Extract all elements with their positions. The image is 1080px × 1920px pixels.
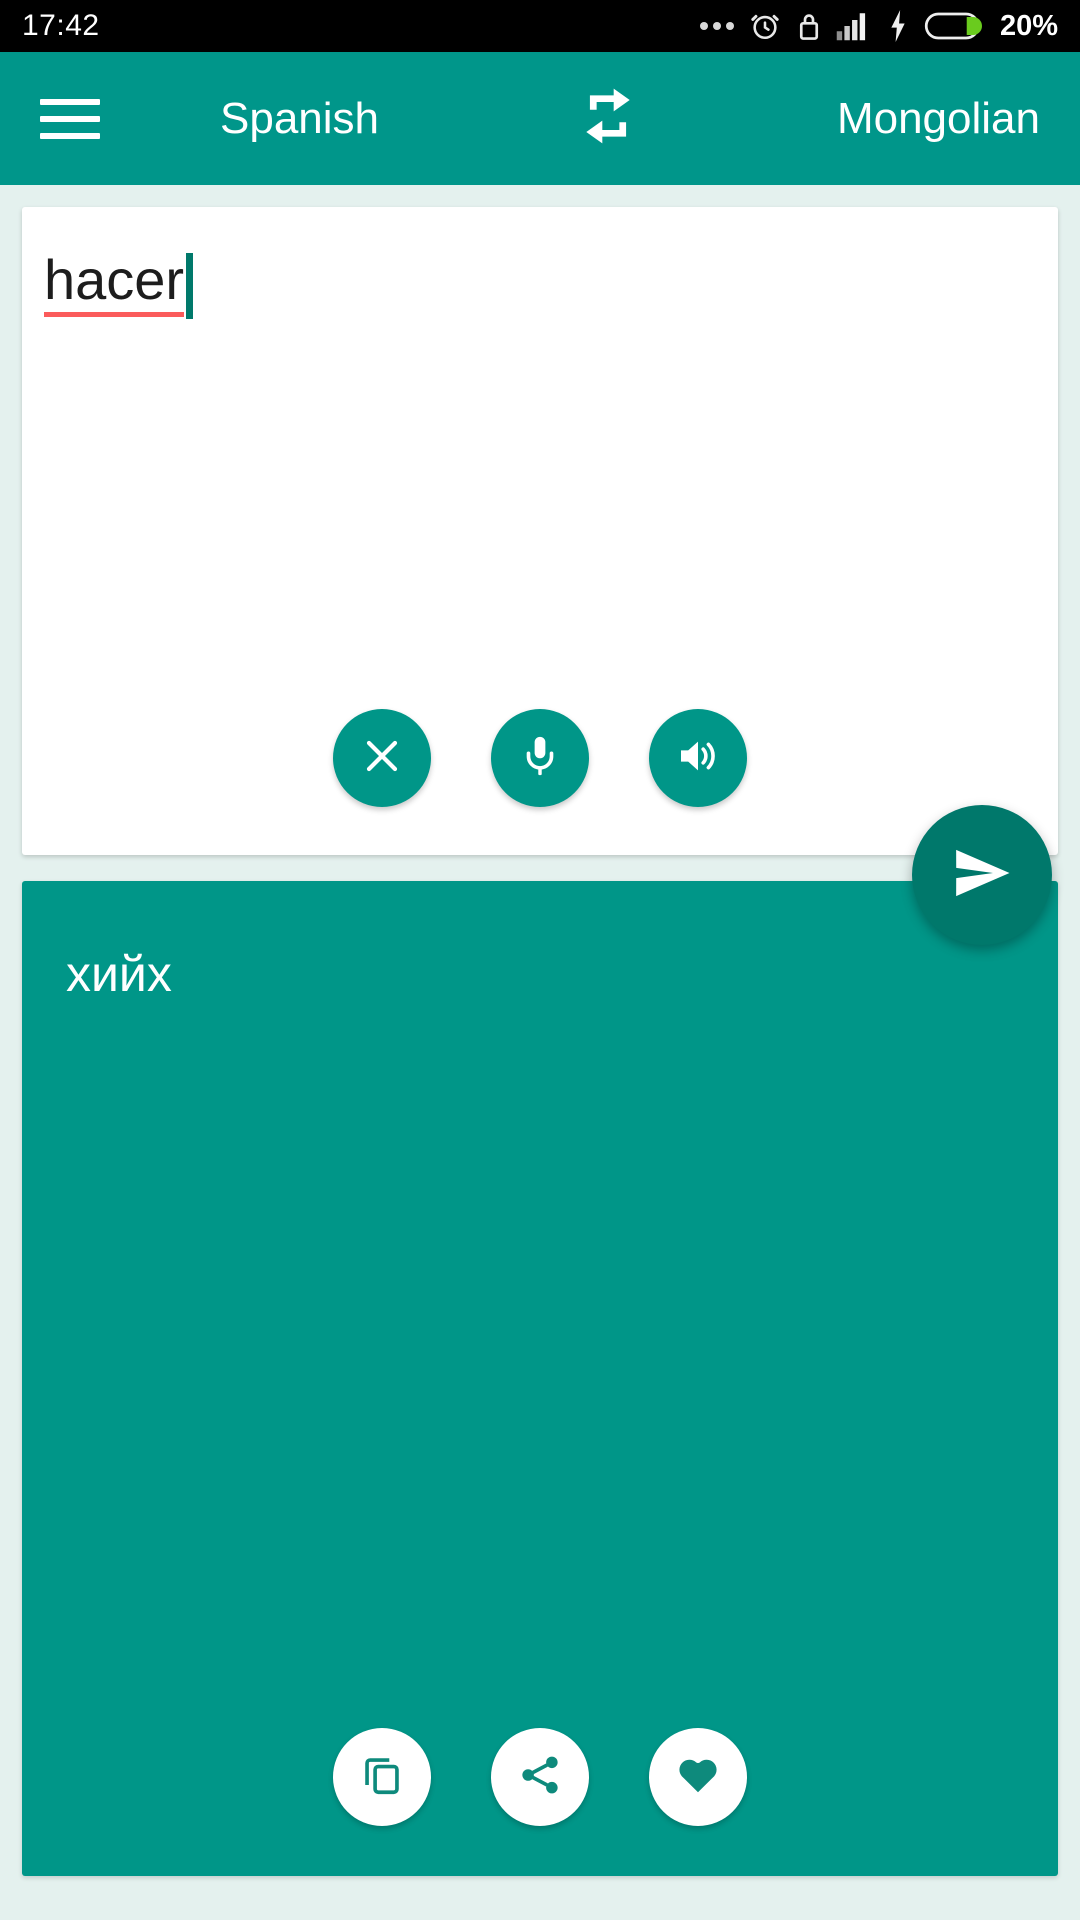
source-text-input[interactable]: hacer	[44, 250, 1036, 319]
status-time: 17:42	[22, 9, 100, 42]
speak-source-button[interactable]	[649, 709, 747, 807]
signal-bars-icon	[836, 11, 872, 41]
battery-percent-label: 20%	[999, 9, 1058, 42]
swap-languages-icon	[577, 85, 639, 152]
source-text-card[interactable]: hacer	[22, 207, 1058, 855]
source-language-button[interactable]: Spanish	[220, 96, 379, 141]
close-x-icon	[358, 732, 406, 785]
clear-button[interactable]	[333, 709, 431, 807]
status-bar: 17:42 20%	[0, 0, 1080, 52]
heart-icon	[674, 1751, 722, 1804]
microphone-icon	[517, 733, 563, 784]
translation-result-card: хийх	[22, 881, 1058, 1876]
favorite-button[interactable]	[649, 1728, 747, 1826]
app-header: Spanish Mongolian	[0, 52, 1080, 185]
lock-icon	[796, 10, 822, 42]
charging-bolt-icon	[886, 10, 910, 42]
share-button[interactable]	[491, 1728, 589, 1826]
hamburger-menu-icon[interactable]	[40, 98, 100, 139]
translation-text: хийх	[66, 946, 172, 1002]
main-content: hacer хийх	[0, 185, 1080, 1920]
speaker-icon	[674, 732, 722, 785]
battery-icon	[924, 11, 986, 41]
send-button[interactable]	[912, 805, 1052, 945]
copy-icon	[359, 1752, 405, 1803]
copy-button[interactable]	[333, 1728, 431, 1826]
status-icons: 20%	[699, 9, 1058, 43]
source-text-value: hacer	[44, 250, 185, 317]
send-icon	[949, 840, 1015, 911]
text-caret	[186, 253, 194, 319]
swap-languages-button[interactable]	[563, 85, 653, 152]
share-icon	[517, 1752, 563, 1803]
target-language-button[interactable]: Mongolian	[837, 96, 1040, 141]
microphone-button[interactable]	[491, 709, 589, 807]
source-actions	[44, 709, 1036, 855]
result-actions	[44, 1728, 1036, 1876]
alarm-clock-icon	[748, 9, 782, 43]
more-dots-icon	[699, 22, 734, 30]
